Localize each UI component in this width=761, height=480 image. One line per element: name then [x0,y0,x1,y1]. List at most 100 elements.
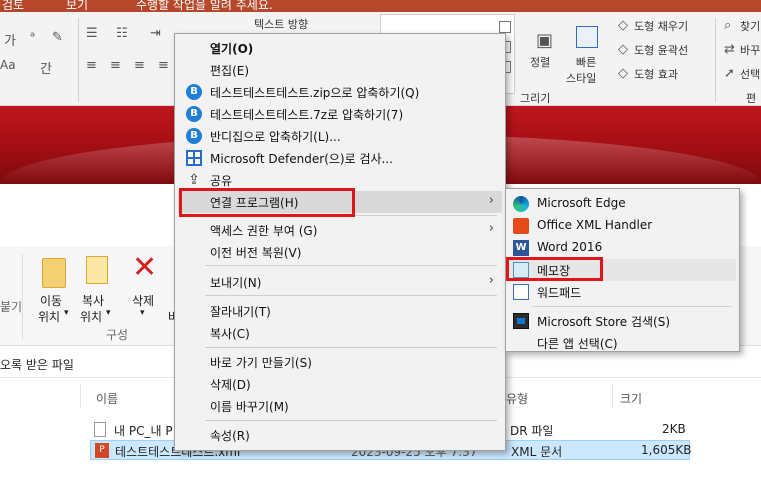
menu-item-cut[interactable]: 잘라내기(T) [178,300,502,322]
menu-item-label: 복사(C) [210,327,250,341]
store-icon [513,313,529,329]
menu-item-delete[interactable]: 삭제(D) [178,373,502,395]
submenu-item-office-xml[interactable]: Office XML Handler [509,215,736,237]
font-shrink-icon[interactable]: ᵃ [30,30,35,45]
wordpad-icon [513,284,529,300]
chevron-right-icon: › [488,221,494,236]
menu-item-edit[interactable]: 편집(E) [178,59,502,81]
menu-item-7z[interactable]: B 테스트테스트테스트.7z로 압축하기(7) [178,103,502,125]
quick-styles-icon[interactable] [576,26,598,48]
copy-to-folder-icon[interactable] [86,256,108,284]
arrange-icon[interactable]: ▣ [536,30,553,51]
submenu-item-label: Microsoft Edge [537,196,626,210]
menu-item-rename[interactable]: 이름 바꾸기(M) [178,395,502,417]
menu-divider [205,347,497,348]
address-path[interactable]: 오록 받은 파일 [0,356,74,373]
submenu-item-wordpad[interactable]: 워드패드 [509,281,736,303]
move-to-label-2[interactable]: 위치 [38,308,60,325]
chevron-down-icon[interactable]: ▾ [106,308,111,318]
justify-icon[interactable]: ≡ [158,58,169,73]
menu-item-label: 바로 가기 만들기(S) [210,356,312,370]
menu-item-zip[interactable]: B 테스트테스트테스트.zip으로 압축하기(Q) [178,81,502,103]
quick-styles-label-2[interactable]: 스타일 [566,70,596,86]
menu-item-label: 보내기(N) [210,276,262,290]
bandizip-icon: B [186,128,202,144]
select-button[interactable]: 선택 [740,66,760,82]
shape-outline-icon[interactable]: ◇ [618,42,628,57]
submenu-item-edge[interactable]: Microsoft Edge [509,193,736,215]
move-to-label-1[interactable]: 이동 [40,292,62,309]
open-with-highlight-box [179,188,355,217]
submenu-item-choose-app[interactable]: 다른 앱 선택(C) [509,332,736,354]
change-case-glyph[interactable]: Aa [0,58,16,72]
align-center-icon[interactable]: ≡ [110,58,121,73]
align-left-icon[interactable]: ≡ [86,58,97,73]
submenu-item-store-search[interactable]: Microsoft Store 검색(S) [509,310,736,332]
column-size-header[interactable]: 크기 [620,390,642,407]
edit-group-label: 편 [746,92,757,105]
chevron-right-icon: › [488,273,494,288]
numbering-icon[interactable]: ☷ [116,26,128,41]
replace-icon[interactable]: ⇄ [724,42,735,57]
indent-icon[interactable]: ⇥ [150,26,161,41]
column-type-header[interactable]: 유형 [506,390,528,407]
find-icon[interactable]: ⌕ [724,18,731,33]
copy-to-label-1[interactable]: 복사 [82,292,104,309]
menu-item-send-to[interactable]: 보내기(N) › [178,271,502,293]
menu-divider [205,265,497,266]
organize-group-label: 구성 [106,328,129,342]
edge-icon [513,196,529,212]
menu-item-copy[interactable]: 복사(C) [178,322,502,344]
delete-button[interactable]: 삭제 [132,292,154,309]
context-menu: 열기(O) 편집(E) B 테스트테스트테스트.zip으로 압축하기(Q) B … [174,33,506,451]
file-type: DR 파일 [510,424,554,438]
column-name-header[interactable]: 이름 [96,390,118,407]
menu-item-create-shortcut[interactable]: 바로 가기 만들기(S) [178,351,502,373]
clipboard-partial-label: 붙기 [0,300,23,314]
menu-item-defender[interactable]: Microsoft Defender(으)로 검사... [178,147,502,169]
menu-item-label: 잘라내기(T) [210,305,271,319]
menu-item-restore-versions[interactable]: 이전 버전 복원(V) [178,241,502,263]
file-name: 내 PC_내 P [114,424,173,438]
bullets-icon[interactable]: ☰ [86,26,98,41]
menu-item-label: 열기(O) [210,42,254,56]
highlight-glyph[interactable]: 간 [40,58,52,77]
menu-item-grant-access[interactable]: 액세스 권한 부여 (G) › [178,219,502,241]
find-button[interactable]: 찾기 [740,18,760,34]
shape-effects-button[interactable]: 도형 효과 [634,66,678,82]
submenu-item-word[interactable]: W Word 2016 [509,237,736,259]
move-to-folder-icon[interactable] [42,258,66,288]
shape-fill-icon[interactable]: ◇ [618,18,628,33]
tell-me-search[interactable]: 수행할 작업을 알려 주세요. [136,0,273,12]
select-icon[interactable]: ➚ [724,66,735,81]
quick-styles-label-1[interactable]: 빠른 [576,54,596,70]
align-right-icon[interactable]: ≡ [134,58,145,73]
submenu-item-label: 다른 앱 선택(C) [537,337,618,351]
ppt-titlebar: 검토 보기 수행할 작업을 알려 주세요. [0,0,761,12]
shape-effects-icon[interactable]: ◇ [618,66,628,81]
submenu-item-label: Office XML Handler [537,218,653,232]
shape-outline-button[interactable]: 도형 윤곽선 [634,42,688,58]
tab-review[interactable]: 검토 [2,0,24,12]
chevron-down-icon[interactable]: ▾ [64,308,69,318]
menu-item-bandizip[interactable]: B 반디집으로 압축하기(L)... [178,125,502,147]
file-icon [94,422,106,437]
bandizip-icon: B [186,106,202,122]
ribbon-separator [78,18,79,102]
text-direction[interactable]: 텍스트 방향 [254,16,308,32]
font-size-glyph[interactable]: 가 [4,30,16,49]
clear-format-icon[interactable]: ✎ [52,30,63,45]
replace-button[interactable]: 바꾸기 [740,42,761,58]
chevron-down-icon[interactable]: ▾ [140,308,145,318]
shape-cell[interactable] [499,21,511,33]
menu-item-label: 반디집으로 압축하기(L)... [210,130,341,144]
tab-view[interactable]: 보기 [66,0,88,12]
menu-item-label: 이름 바꾸기(M) [210,400,289,414]
delete-x-icon[interactable]: ✕ [132,250,157,285]
arrange-button[interactable]: 정렬 [530,54,550,70]
menu-item-open[interactable]: 열기(O) [178,37,502,59]
file-size: 1,605KB [641,443,692,457]
copy-to-label-2[interactable]: 위치 [80,308,102,325]
shape-fill-button[interactable]: 도형 채우기 [634,18,688,34]
menu-item-properties[interactable]: 속성(R) [178,424,502,446]
